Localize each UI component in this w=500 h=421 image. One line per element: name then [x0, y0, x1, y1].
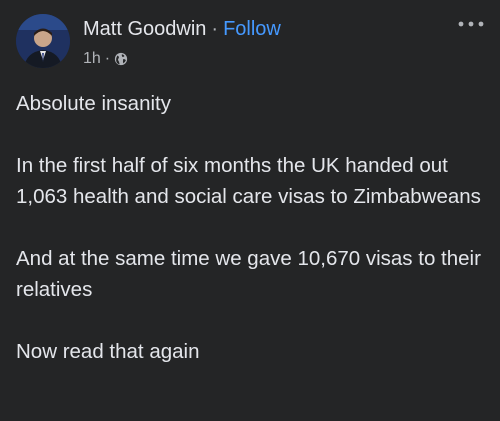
- post-paragraph: In the first half of six months the UK h…: [16, 154, 481, 208]
- avatar-image: [16, 14, 70, 68]
- post-paragraph: Absolute insanity: [16, 92, 171, 115]
- more-horizontal-icon: [458, 21, 484, 27]
- post-meta: 1h ·: [83, 49, 128, 69]
- post-paragraph: And at the same time we gave 10,670 visa…: [16, 247, 481, 301]
- more-options-button[interactable]: [456, 14, 486, 34]
- meta-separator: ·: [104, 50, 111, 67]
- author-name[interactable]: Matt Goodwin: [83, 18, 206, 40]
- post-text: Absolute insanity In the first half of s…: [16, 88, 486, 398]
- avatar[interactable]: [16, 14, 70, 68]
- globe-icon[interactable]: [114, 52, 128, 66]
- post-timestamp[interactable]: 1h: [83, 49, 101, 69]
- post-paragraph: Now read that again: [16, 340, 200, 363]
- post-header: Matt Goodwin · Follow: [83, 17, 281, 41]
- follow-button[interactable]: Follow: [223, 18, 281, 40]
- header-separator: ·: [211, 18, 219, 40]
- post-card: Matt Goodwin · Follow 1h · Absolute insani…: [0, 0, 500, 421]
